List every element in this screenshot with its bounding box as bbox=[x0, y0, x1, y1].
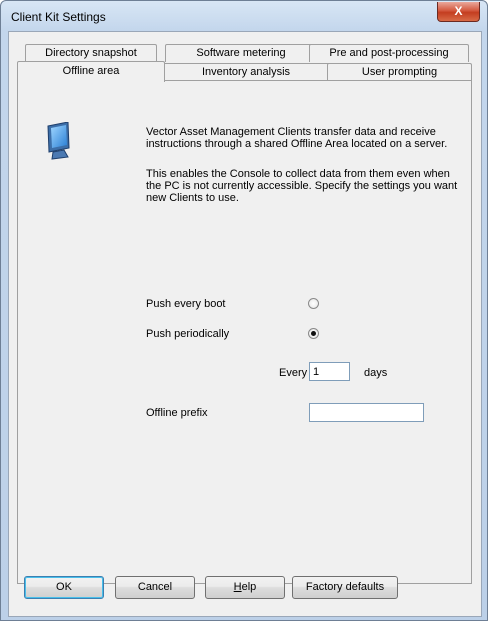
tab-pre-post-processing[interactable]: Pre and post-processing bbox=[309, 44, 469, 62]
factory-defaults-button[interactable]: Factory defaults bbox=[292, 576, 398, 599]
close-button[interactable]: X bbox=[437, 2, 480, 22]
window-title: Client Kit Settings bbox=[11, 10, 106, 24]
every-days-input[interactable] bbox=[309, 362, 350, 381]
tab-offline-area[interactable]: Offline area bbox=[17, 61, 165, 82]
radio-selected-dot bbox=[311, 331, 316, 336]
tab-software-metering[interactable]: Software metering bbox=[165, 44, 317, 62]
help-label: Help bbox=[233, 581, 257, 593]
title-bar[interactable]: Client Kit Settings X bbox=[1, 1, 487, 31]
push-every-boot-radio[interactable] bbox=[308, 298, 319, 309]
tab-directory-snapshot[interactable]: Directory snapshot bbox=[25, 44, 157, 62]
tab-user-prompting[interactable]: User prompting bbox=[327, 63, 472, 81]
offline-area-panel bbox=[17, 80, 472, 584]
ok-button[interactable]: OK bbox=[24, 576, 104, 599]
help-button[interactable]: Help bbox=[205, 576, 285, 599]
offline-prefix-input[interactable] bbox=[309, 403, 424, 422]
client-kit-settings-dialog: Client Kit Settings X Directory snapshot… bbox=[0, 0, 488, 621]
cancel-button[interactable]: Cancel bbox=[115, 576, 195, 599]
push-periodically-radio[interactable] bbox=[308, 328, 319, 339]
tab-inventory-analysis[interactable]: Inventory analysis bbox=[161, 63, 331, 81]
dialog-body: Directory snapshot Software metering Pre… bbox=[8, 31, 482, 617]
